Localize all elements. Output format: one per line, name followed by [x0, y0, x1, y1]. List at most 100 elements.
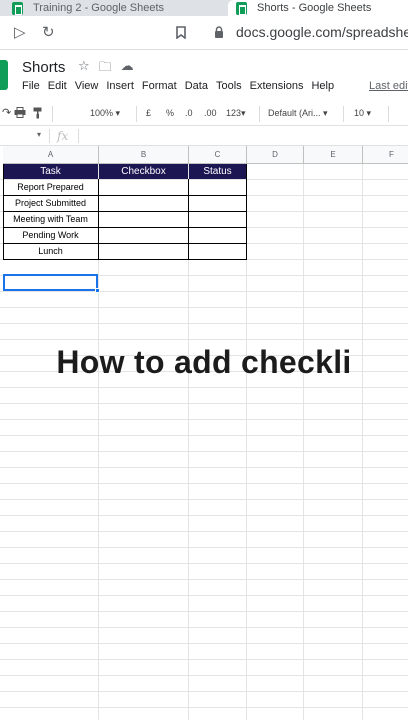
sheets-favicon-icon: [236, 1, 247, 15]
gridline: [0, 307, 408, 308]
column-header-d[interactable]: D: [247, 146, 304, 164]
sheets-logo-icon[interactable]: [0, 60, 8, 90]
gridline: [303, 164, 304, 720]
menu-tools[interactable]: Tools: [216, 80, 242, 92]
star-icon[interactable]: ☆: [78, 58, 90, 80]
bookmark-icon[interactable]: [176, 26, 186, 39]
browser-tab-training[interactable]: Training 2 - Google Sheets: [0, 0, 228, 16]
tab-label: Shorts - Google Sheets: [257, 2, 372, 14]
gridline: [0, 659, 408, 660]
menu-data[interactable]: Data: [185, 80, 208, 92]
spreadsheet-grid[interactable]: A B C D E F Task Checkbox Status Report …: [0, 146, 408, 720]
gridline: [0, 291, 408, 292]
table-border: [3, 259, 247, 260]
gridline: [0, 451, 408, 452]
last-edit-link[interactable]: Last edit: [369, 80, 408, 92]
fill-handle[interactable]: [95, 288, 100, 293]
increase-decimal-button[interactable]: .00: [204, 108, 217, 118]
gridline: [0, 691, 408, 692]
toolbar-divider: [388, 106, 389, 122]
task-cell[interactable]: Project Submitted: [3, 195, 98, 211]
task-cell[interactable]: Meeting with Team: [3, 211, 98, 227]
table-border: [3, 195, 247, 196]
table-header-checkbox[interactable]: Checkbox: [99, 164, 188, 179]
gridline: [0, 467, 408, 468]
video-caption: How to add checkli: [56, 344, 352, 380]
forward-arrow-icon[interactable]: ▷: [14, 24, 26, 42]
gridline: [0, 339, 408, 340]
more-formats-label: 123: [226, 108, 242, 118]
selected-cell[interactable]: [3, 274, 100, 293]
toolbar-divider: [136, 106, 137, 122]
gridline: [0, 563, 408, 564]
gridline: [0, 515, 408, 516]
table-header-status[interactable]: Status: [189, 164, 246, 179]
gridline: [0, 595, 408, 596]
menu-insert[interactable]: Insert: [106, 80, 134, 92]
gridline: [0, 419, 408, 420]
task-cell[interactable]: Pending Work: [3, 227, 98, 243]
task-cell[interactable]: Report Prepared: [3, 179, 98, 195]
menu-edit[interactable]: Edit: [48, 80, 67, 92]
address-bar[interactable]: docs.google.com/spreadsheet: [236, 24, 408, 40]
menu-extensions[interactable]: Extensions: [250, 80, 304, 92]
menu-view[interactable]: View: [75, 80, 99, 92]
tab-label: Training 2 - Google Sheets: [33, 2, 165, 14]
menu-help[interactable]: Help: [311, 80, 334, 92]
lock-icon[interactable]: [214, 26, 224, 38]
table-border: [3, 243, 247, 244]
sheets-header: Shorts ☆ 🗀 ☁ File Edit View Insert Forma…: [0, 50, 408, 102]
column-header-a[interactable]: A: [3, 146, 99, 164]
gridline: [0, 547, 408, 548]
fx-icon: fx: [57, 129, 69, 143]
zoom-select[interactable]: 100% ▾: [90, 108, 120, 119]
move-folder-icon[interactable]: 🗀: [99, 58, 112, 80]
more-formats-button[interactable]: 123▾: [226, 108, 246, 119]
font-value: Default (Ari...: [268, 108, 321, 118]
table-border: [188, 179, 189, 260]
gridline: [0, 675, 408, 676]
sheets-favicon-icon: [12, 1, 23, 15]
zoom-value: 100%: [90, 108, 114, 118]
toolbar-divider: [343, 106, 344, 122]
browser-tab-shorts[interactable]: Shorts - Google Sheets: [228, 0, 408, 16]
gridline: [0, 323, 408, 324]
currency-format-button[interactable]: £: [146, 108, 151, 118]
table-border: [98, 179, 99, 260]
column-header-f[interactable]: F: [363, 146, 408, 164]
font-select[interactable]: Default (Ari... ▾: [268, 108, 328, 119]
reload-icon[interactable]: ↻: [42, 24, 55, 42]
font-size-value: 10: [354, 108, 365, 118]
cloud-status-icon[interactable]: ☁: [121, 58, 134, 80]
gridline: [0, 499, 408, 500]
gridline: [0, 483, 408, 484]
browser-tab-strip: Training 2 - Google Sheets Shorts - Goog…: [0, 0, 408, 16]
column-header-e[interactable]: E: [304, 146, 363, 164]
decrease-decimal-button[interactable]: .0: [185, 108, 193, 118]
toolbar-divider: [52, 106, 53, 122]
column-header-c[interactable]: C: [189, 146, 247, 164]
toolbar-divider: [259, 106, 260, 122]
table-border: [3, 211, 247, 212]
font-size-select[interactable]: 10 ▾: [354, 108, 371, 119]
paint-format-icon[interactable]: [33, 107, 43, 121]
table-header-task[interactable]: Task: [3, 164, 98, 179]
gridline: [0, 531, 408, 532]
column-header-b[interactable]: B: [99, 146, 189, 164]
redo-icon[interactable]: ↷: [2, 106, 11, 119]
menu-bar: File Edit View Insert Format Data Tools …: [22, 80, 342, 92]
name-box-dropdown-icon[interactable]: ▾: [37, 130, 41, 139]
gridline: [0, 387, 408, 388]
formula-divider: [49, 129, 50, 143]
print-icon[interactable]: [14, 107, 26, 120]
percent-format-button[interactable]: %: [166, 108, 174, 118]
formula-divider: [78, 129, 79, 143]
gridline: [0, 707, 408, 708]
document-title[interactable]: Shorts: [22, 59, 65, 76]
menu-file[interactable]: File: [22, 80, 40, 92]
browser-nav-bar: ▷ ↻ docs.google.com/spreadsheet: [0, 16, 408, 50]
title-icons: ☆ 🗀 ☁: [78, 58, 134, 80]
task-cell[interactable]: Lunch: [3, 243, 98, 259]
gridline: [0, 579, 408, 580]
menu-format[interactable]: Format: [142, 80, 177, 92]
